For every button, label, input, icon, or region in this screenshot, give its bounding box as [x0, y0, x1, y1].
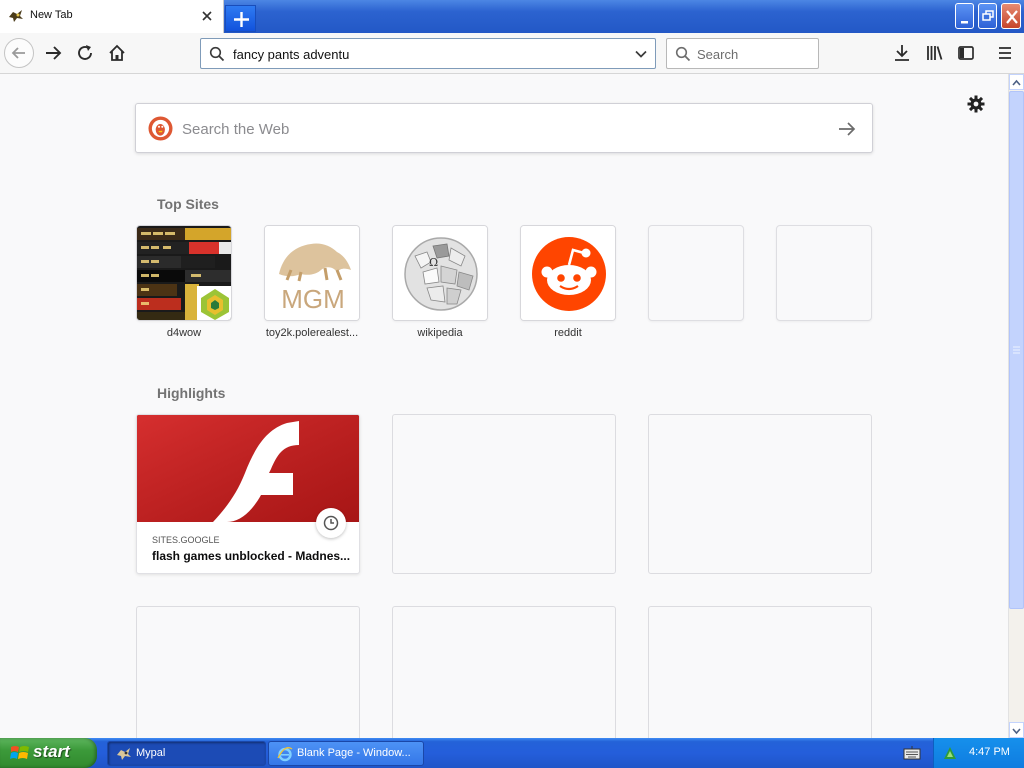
highlight-placeholder: [392, 414, 616, 574]
library-icon[interactable]: [919, 38, 949, 68]
highlights-heading: Highlights: [157, 385, 226, 401]
taskbar-button-mypal[interactable]: Mypal: [107, 741, 266, 766]
url-bar[interactable]: [200, 38, 656, 69]
mgm-logo: MGM: [265, 226, 359, 320]
url-input[interactable]: [233, 45, 623, 63]
network-icon[interactable]: [942, 745, 958, 761]
arrow-right-icon[interactable]: [836, 118, 858, 140]
chevron-down-icon: [1012, 728, 1021, 735]
tab-title: New Tab: [30, 9, 73, 21]
highlight-card[interactable]: SITES.GOOGLE flash games unblocked - Mad…: [136, 414, 360, 574]
keyboard-icon[interactable]: [903, 746, 921, 760]
minimize-button[interactable]: [955, 3, 974, 29]
highlight-title: flash games unblocked - Madnes...: [152, 549, 351, 563]
flash-player-logo: [137, 415, 359, 522]
gear-icon[interactable]: [966, 94, 986, 114]
highlight-placeholder: [648, 606, 872, 738]
new-tab-button[interactable]: [225, 5, 256, 32]
web-search-input[interactable]: [182, 119, 782, 139]
start-label: start: [33, 742, 70, 761]
windows-logo-icon: [10, 746, 29, 759]
restore-icon: [982, 10, 994, 21]
web-search-box[interactable]: [135, 103, 873, 153]
highlight-placeholder: [648, 414, 872, 574]
tab-new-tab[interactable]: New Tab: [0, 0, 224, 33]
scroll-down-button[interactable]: [1009, 722, 1024, 738]
ie-icon: [277, 747, 293, 762]
scroll-up-button[interactable]: [1009, 74, 1024, 90]
top-site-placeholder[interactable]: [648, 225, 744, 321]
screen: New Tab fancy pants adventu Search Searc…: [0, 0, 1024, 768]
hamburger-menu-icon[interactable]: [990, 38, 1020, 68]
reddit-alien: [521, 226, 615, 320]
top-site-label: d4wow: [166, 327, 202, 339]
start-button[interactable]: start: [0, 738, 97, 768]
home-icon[interactable]: [102, 38, 132, 68]
close-tab-icon[interactable]: [199, 8, 215, 24]
top-site-label: wikipedia: [417, 327, 463, 339]
search-bar[interactable]: [666, 38, 819, 69]
forward-arrow-icon[interactable]: [38, 38, 68, 68]
search-icon: [209, 46, 225, 62]
duckduckgo-logo-icon: [148, 116, 173, 141]
close-icon: [1006, 10, 1018, 24]
navigation-toolbar: [0, 33, 1024, 74]
mypal-icon: [9, 10, 23, 22]
taskbar-button-label: Blank Page - Window...: [297, 747, 411, 759]
top-site-thumbnail[interactable]: [520, 225, 616, 321]
chevron-down-icon[interactable]: [633, 46, 649, 62]
top-site-wikipedia[interactable]: Ω wikipedia: [392, 225, 488, 339]
search-input[interactable]: [697, 45, 812, 63]
mgm-text: MGM: [281, 284, 345, 314]
highlight-source: SITES.GOOGLE: [152, 535, 220, 545]
chevron-up-icon: [1012, 79, 1021, 86]
clock-icon: [316, 508, 346, 538]
system-tray: 4:47 PM: [933, 738, 1024, 768]
top-site-reddit[interactable]: reddit: [520, 225, 616, 339]
top-site-label: toy2k.polerealest...: [265, 327, 359, 339]
reload-icon[interactable]: [70, 38, 100, 68]
plus-icon: [234, 12, 249, 27]
sidebar-icon[interactable]: [951, 38, 981, 68]
back-arrow-icon: [11, 47, 25, 59]
mypal-icon: [117, 748, 131, 760]
highlight-thumbnail: [137, 415, 359, 522]
top-site-thumbnail[interactable]: Ω: [392, 225, 488, 321]
download-icon[interactable]: [887, 38, 917, 68]
vertical-scrollbar[interactable]: [1008, 74, 1024, 738]
top-site-d4wow[interactable]: d4wow: [136, 225, 232, 339]
top-site-placeholder[interactable]: [776, 225, 872, 321]
omega-glyph: Ω: [429, 256, 438, 269]
grip-icon: [1013, 346, 1020, 354]
empty-site-tile[interactable]: [648, 225, 744, 321]
new-tab-page: Top Sites: [0, 74, 1008, 738]
wikipedia-globe: Ω: [393, 226, 487, 320]
taskbar: start Mypal Blank Page - Window... 4:47 …: [0, 738, 1024, 768]
top-sites-heading: Top Sites: [157, 196, 219, 212]
empty-site-tile[interactable]: [776, 225, 872, 321]
top-site-thumbnail[interactable]: MGM: [264, 225, 360, 321]
tab-bar: New Tab: [0, 0, 1024, 33]
search-icon: [675, 46, 691, 62]
taskbar-button-internet-explorer[interactable]: Blank Page - Window...: [268, 741, 424, 766]
top-site-label: reddit: [554, 327, 582, 339]
minimize-icon: [961, 21, 968, 24]
restore-button[interactable]: [978, 3, 997, 29]
d4wow-screenshot: [137, 226, 231, 320]
top-site-toy2k[interactable]: MGM toy2k.polerealest...: [264, 225, 360, 339]
taskbar-button-label: Mypal: [136, 747, 166, 759]
back-button[interactable]: [4, 38, 34, 68]
top-site-thumbnail[interactable]: [136, 225, 232, 321]
highlight-placeholder: [392, 606, 616, 738]
close-window-button[interactable]: [1001, 3, 1021, 29]
scroll-thumb[interactable]: [1009, 91, 1024, 609]
clock: 4:47 PM: [969, 746, 1010, 758]
highlight-placeholder: [136, 606, 360, 738]
